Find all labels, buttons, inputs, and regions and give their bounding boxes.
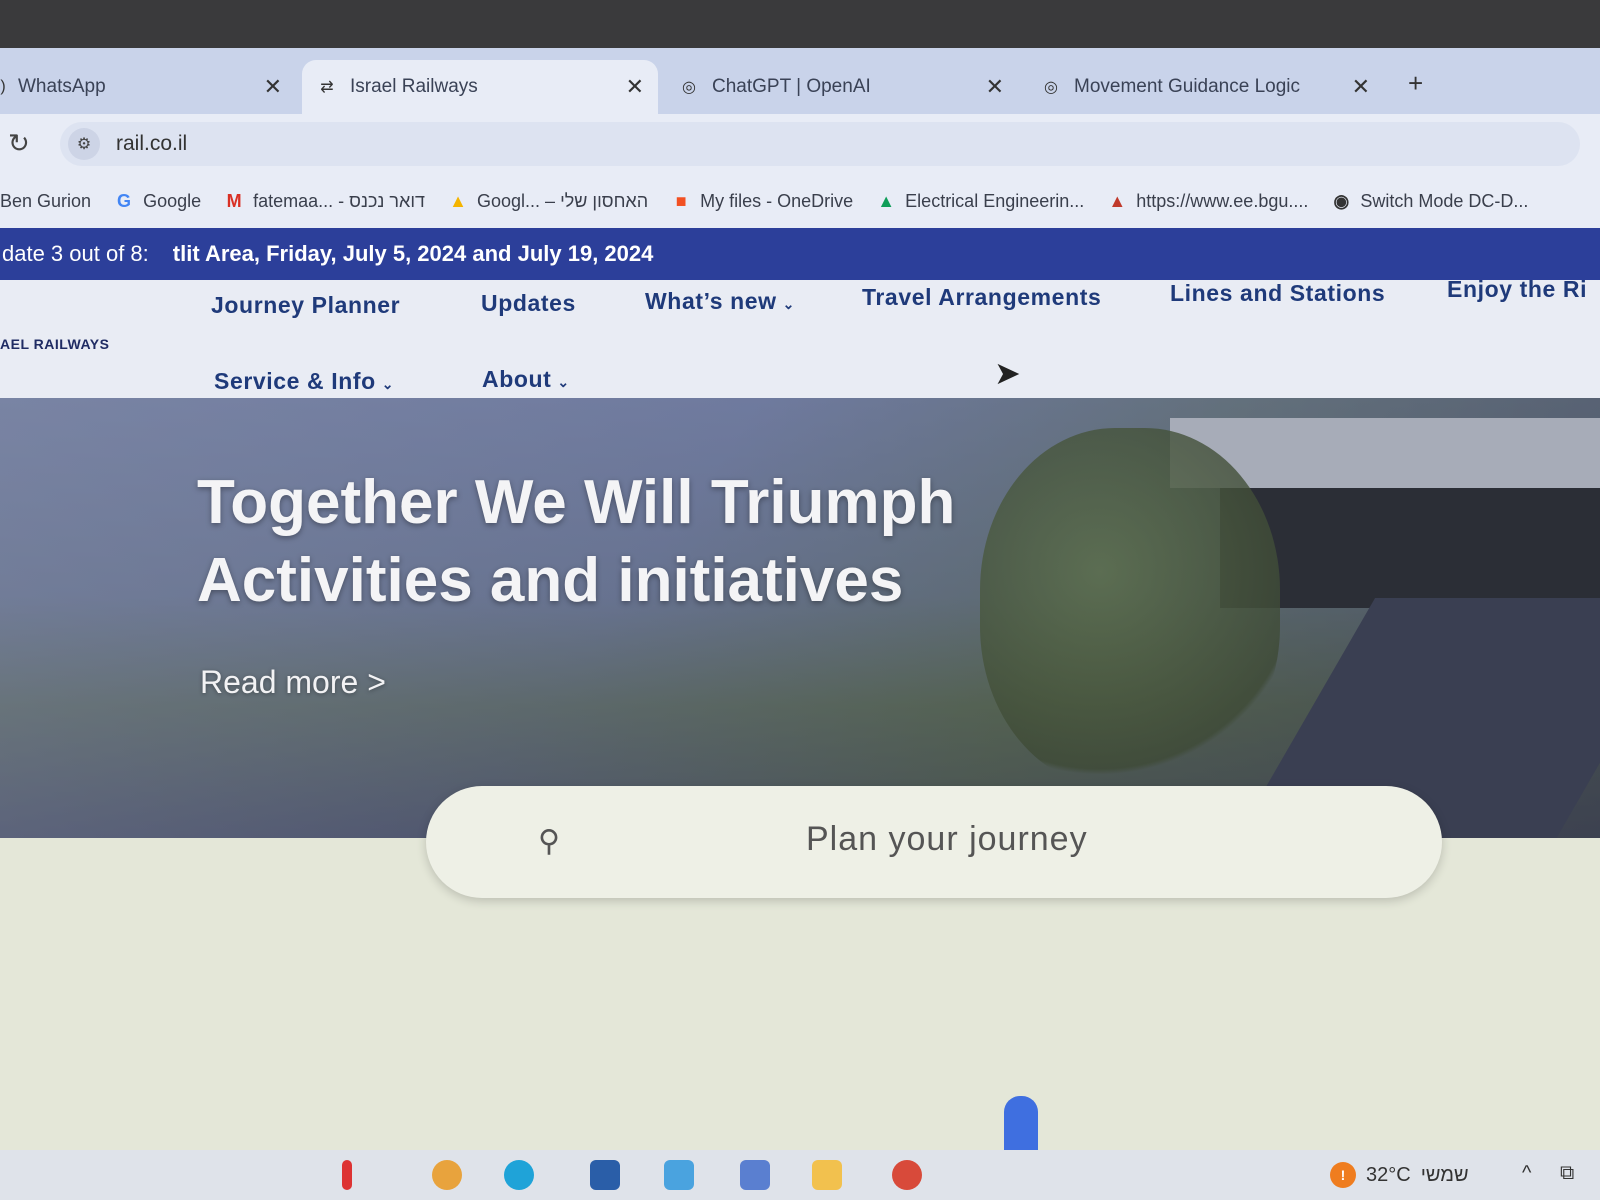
nav-updates[interactable]: Updates [481, 290, 576, 317]
pma-icon: ▲ [1108, 190, 1127, 211]
tab-chatgpt[interactable]: ◎ ChatGPT | OpenAI ✕ [664, 60, 1018, 114]
chrome-icon[interactable] [432, 1160, 462, 1190]
chevron-down-icon: ⌄ [381, 376, 395, 392]
announcement-text: tlit Area, Friday, July 5, 2024 and July… [172, 241, 654, 266]
bookmark-label: Google [143, 190, 202, 211]
bookmark-label: https://www.ee.bgu.... [1136, 190, 1309, 211]
nav-journey-planner[interactable]: Journey Planner [211, 292, 400, 319]
bookmark-label: Googl... – האחסון שלי [477, 190, 649, 211]
bookmark-gmail[interactable]: Mfatemaa... - דואר נכנס [223, 191, 425, 212]
bookmark-onedrive[interactable]: ■ My files - OneDrive [670, 191, 853, 212]
chrome-icon[interactable] [892, 1160, 922, 1190]
bookmark-label: Electrical Engineerin... [905, 190, 1085, 211]
tab-title: Movement Guidance Logic [1074, 76, 1301, 97]
tab-israel-railways[interactable]: ⇄ Israel Railways ✕ [302, 60, 658, 114]
bookmark-label: Switch Mode DC-D... [1360, 190, 1529, 211]
nav-about[interactable]: About ⌄ [482, 366, 570, 393]
announcement-counter: date 3 out of 8: [2, 241, 149, 266]
hero-title-line-1: Together We Will Triumph [197, 468, 956, 537]
nav-service-info[interactable]: Service & Info ⌄ [214, 368, 394, 395]
bookmark-label: fatemaa... - דואר נכנס [253, 190, 425, 211]
weather-widget[interactable]: ! 32°C שמשי [1330, 1162, 1469, 1188]
train-icon: ⇄ [320, 79, 334, 96]
nav-label: What’s new [645, 288, 777, 314]
tray-overflow-icon[interactable]: ^ [1522, 1162, 1531, 1185]
bookmark-ee-bgu[interactable]: ▲ https://www.ee.bgu.... [1106, 191, 1308, 212]
accessibility-widget-icon[interactable] [1004, 1096, 1038, 1156]
bookmark-google-drive[interactable]: ▲ Googl... – האחסון שלי [447, 191, 648, 212]
hero-title: Together We Will Triumph Activities and … [197, 464, 955, 620]
weather-condition: שמשי [1420, 1163, 1469, 1186]
windows-taskbar: ! 32°C שמשי ^ ⧉ [0, 1150, 1600, 1200]
microsoft-icon: ■ [675, 190, 687, 211]
hero-title-line-2: Activities and initiatives [197, 546, 904, 615]
bookmark-ben-gurion[interactable]: Ben Gurion [0, 191, 91, 212]
gmail-icon: M [226, 190, 242, 211]
bookmark-label: My files - OneDrive [700, 190, 854, 211]
taskbar-app-icon[interactable] [342, 1160, 352, 1190]
whatsapp-icon: ) [0, 78, 6, 95]
store-icon[interactable] [664, 1160, 694, 1190]
close-icon[interactable]: ✕ [264, 74, 282, 100]
mouse-cursor-icon: ➤ [994, 355, 1021, 391]
reload-icon[interactable]: ↻ [8, 128, 30, 159]
browser-toolbar: ↻ ⚙ rail.co.il [0, 114, 1600, 174]
bookmark-google[interactable]: G Google [113, 191, 201, 212]
monitor-bezel [0, 0, 1600, 48]
tab-whatsapp[interactable]: ) WhatsApp ✕ [0, 60, 296, 114]
israel-railways-logo[interactable]: AEL RAILWAYS [0, 336, 109, 352]
tab-strip: ) WhatsApp ✕ ⇄ Israel Railways ✕ ◎ ChatG… [0, 48, 1600, 114]
new-tab-button[interactable]: + [1408, 68, 1423, 99]
hero-banner: Together We Will Triumph Activities and … [0, 398, 1600, 838]
nav-lines-and-stations[interactable]: Lines and Stations [1170, 280, 1385, 307]
hero-trees [980, 428, 1280, 788]
search-icon[interactable]: ⚲ [538, 824, 560, 859]
nav-enjoy-the-ride[interactable]: Enjoy the Ri [1447, 276, 1587, 303]
url-text[interactable]: rail.co.il [116, 132, 187, 156]
tab-title: ChatGPT | OpenAI [712, 76, 871, 97]
drive-icon: ▲ [877, 190, 896, 211]
bookmarks-bar: Ben Gurion G Google Mfatemaa... - דואר נכ… [0, 174, 1600, 228]
tab-title: Israel Railways [350, 76, 478, 97]
nav-label: Service & Info [214, 368, 376, 394]
file-explorer-icon[interactable] [812, 1160, 842, 1190]
drive-icon: ▲ [449, 190, 467, 211]
edge-icon[interactable] [504, 1160, 534, 1190]
google-icon: G [117, 190, 132, 211]
close-icon[interactable]: ✕ [986, 74, 1004, 100]
mail-icon[interactable] [590, 1160, 620, 1190]
chevron-down-icon: ⌄ [557, 374, 570, 390]
openai-icon: ◉ [1333, 190, 1350, 211]
openai-icon: ◎ [682, 79, 696, 96]
chevron-down-icon: ⌄ [782, 296, 796, 312]
nav-whats-new[interactable]: What’s new ⌄ [645, 288, 795, 315]
journey-search-placeholder: Plan your journey [806, 820, 1088, 858]
tab-title: WhatsApp [18, 76, 106, 97]
display-icon[interactable]: ⧉ [1560, 1162, 1574, 1185]
announcement-banner[interactable]: date 3 out of 8: tlit Area, Friday, July… [0, 228, 1600, 280]
site-info-icon[interactable]: ⚙ [68, 128, 100, 160]
bookmark-electrical-engineering[interactable]: ▲ Electrical Engineerin... [875, 191, 1084, 212]
journey-search-bar[interactable]: ⚲ Plan your journey [426, 786, 1442, 898]
settings-icon[interactable] [740, 1160, 770, 1190]
close-icon[interactable]: ✕ [1352, 74, 1370, 100]
tab-movement-guidance[interactable]: ◎ Movement Guidance Logic ✕ [1026, 60, 1384, 114]
nav-travel-arrangements[interactable]: Travel Arrangements [862, 284, 1101, 311]
bookmark-switch-mode[interactable]: ◉ Switch Mode DC-D... [1330, 190, 1529, 212]
read-more-link[interactable]: Read more > [200, 664, 386, 701]
bookmark-label: Ben Gurion [0, 190, 92, 211]
site-navigation: AEL RAILWAYS Journey Planner Updates Wha… [0, 276, 1600, 398]
close-icon[interactable]: ✕ [626, 74, 644, 100]
weather-sun-icon: ! [1330, 1162, 1356, 1188]
temperature: 32°C [1366, 1163, 1411, 1186]
address-bar[interactable]: ⚙ rail.co.il [60, 122, 1580, 166]
openai-icon: ◎ [1044, 79, 1058, 96]
nav-label: About [482, 366, 552, 392]
